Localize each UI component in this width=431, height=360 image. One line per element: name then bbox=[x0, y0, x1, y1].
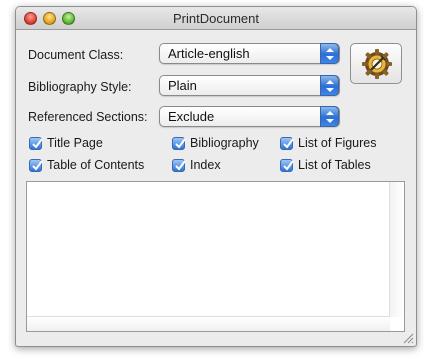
checkbox-checked-icon bbox=[280, 158, 294, 172]
bibliography-checkbox[interactable]: Bibliography bbox=[172, 136, 259, 150]
title-page-label: Title Page bbox=[47, 136, 103, 150]
document-class-value: Article-english bbox=[168, 46, 250, 61]
popup-arrows-icon bbox=[320, 106, 339, 127]
document-class-popup[interactable]: Article-english bbox=[159, 43, 340, 64]
index-checkbox[interactable]: Index bbox=[172, 158, 221, 172]
action-button[interactable] bbox=[350, 43, 402, 84]
referenced-sections-popup[interactable]: Exclude bbox=[159, 106, 340, 127]
list-of-figures-label: List of Figures bbox=[298, 136, 377, 150]
popup-arrows-icon bbox=[320, 43, 339, 64]
window-title: PrintDocument bbox=[173, 11, 259, 26]
index-label: Index bbox=[190, 158, 221, 172]
checkbox-checked-icon bbox=[172, 136, 186, 150]
title-page-checkbox[interactable]: Title Page bbox=[29, 136, 103, 150]
referenced-sections-value: Exclude bbox=[168, 109, 215, 124]
horizontal-scrollbar[interactable] bbox=[27, 316, 390, 331]
list-of-tables-checkbox[interactable]: List of Tables bbox=[280, 158, 371, 172]
document-class-label: Document Class: bbox=[28, 48, 124, 62]
checkbox-checked-icon bbox=[280, 136, 294, 150]
bibliography-style-value: Plain bbox=[168, 78, 197, 93]
table-of-contents-label: Table of Contents bbox=[47, 158, 145, 172]
list-of-tables-label: List of Tables bbox=[298, 158, 371, 172]
checkbox-checked-icon bbox=[29, 158, 43, 172]
bibliography-style-label: Bibliography Style: bbox=[28, 80, 132, 94]
resize-grip-icon[interactable] bbox=[403, 333, 414, 344]
title-bar[interactable]: PrintDocument bbox=[16, 7, 416, 30]
output-text-area[interactable] bbox=[26, 181, 405, 332]
checkbox-checked-icon bbox=[29, 136, 43, 150]
popup-arrows-icon bbox=[320, 75, 339, 96]
referenced-sections-label: Referenced Sections: bbox=[28, 110, 148, 124]
bibliography-style-popup[interactable]: Plain bbox=[159, 75, 340, 96]
print-document-window: PrintDocument Document Class: Article-en… bbox=[15, 6, 417, 347]
bibliography-label: Bibliography bbox=[190, 136, 259, 150]
list-of-figures-checkbox[interactable]: List of Figures bbox=[280, 136, 377, 150]
checkbox-checked-icon bbox=[172, 158, 186, 172]
vertical-scrollbar[interactable] bbox=[389, 182, 404, 317]
gear-compass-icon bbox=[362, 49, 392, 79]
table-of-contents-checkbox[interactable]: Table of Contents bbox=[29, 158, 144, 172]
